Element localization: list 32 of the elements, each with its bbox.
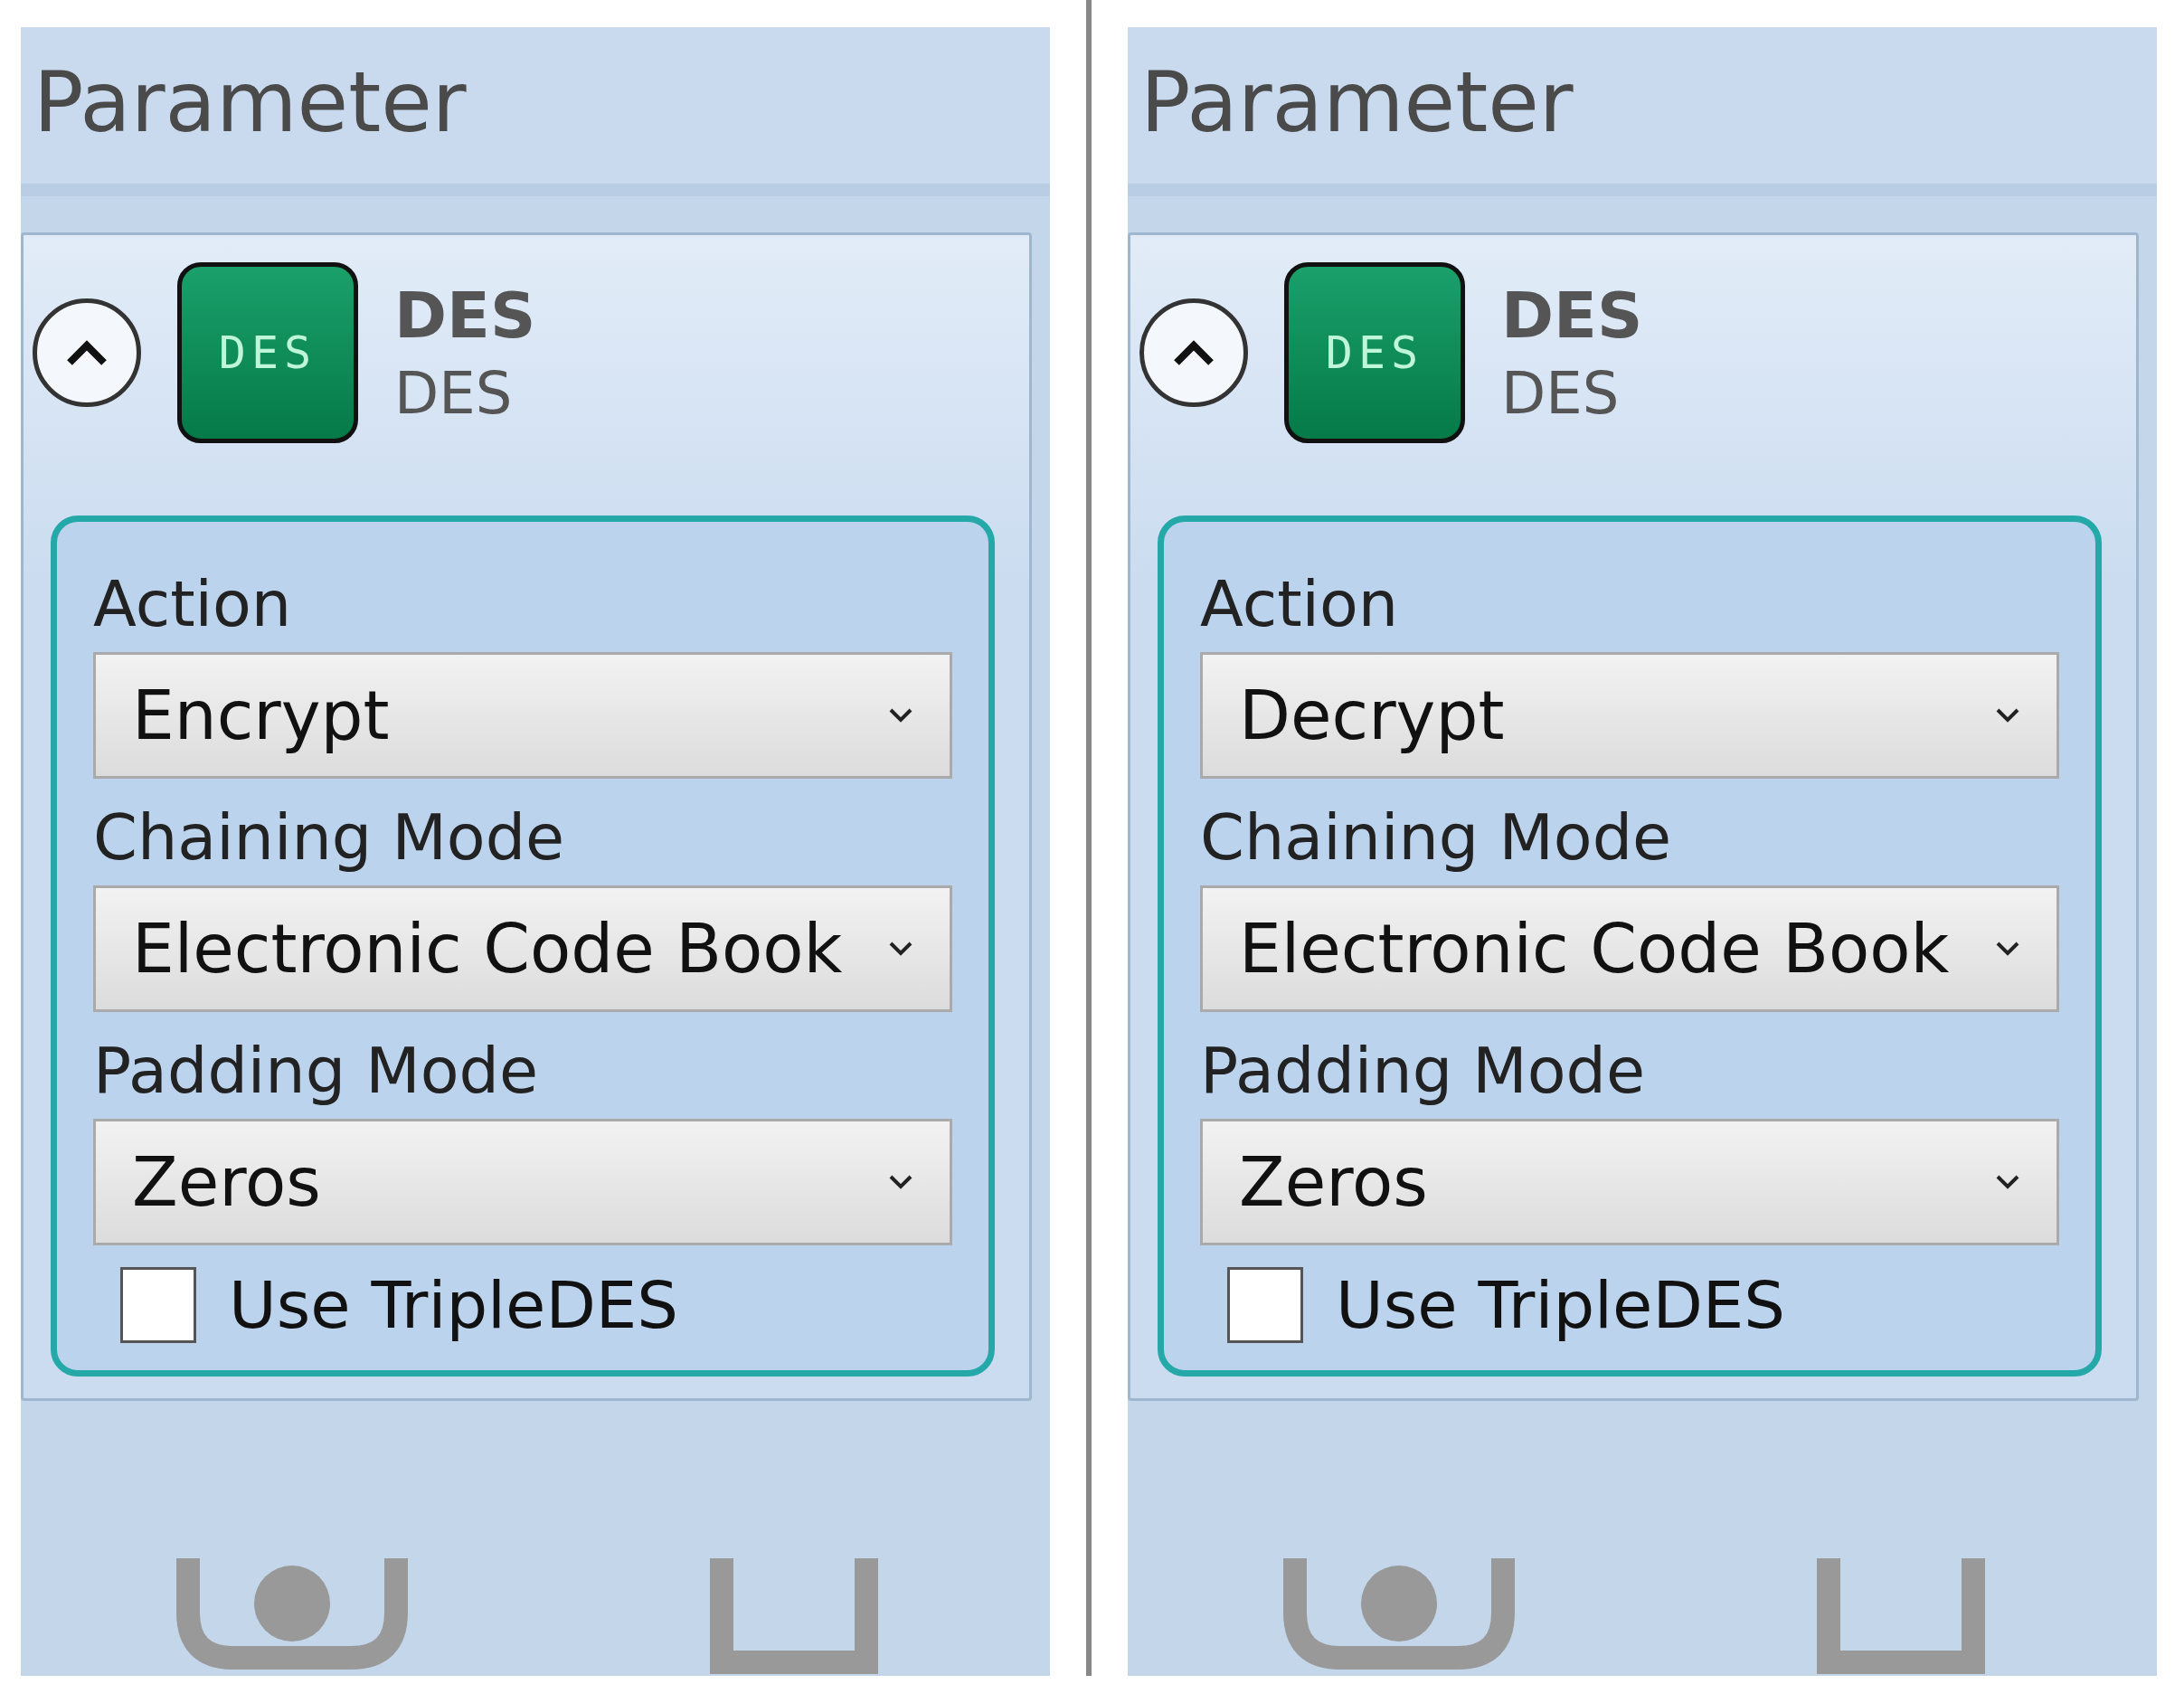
chevron-icon (888, 1174, 913, 1190)
plugin-subtitle: DES (1501, 360, 1621, 427)
panel-title: Parameter (1128, 27, 2157, 196)
dropdown[interactable]: Encrypt (93, 652, 952, 779)
des-icon: DES (177, 262, 358, 443)
field-label: Action (93, 567, 293, 641)
plugin-subtitle: DES (394, 360, 514, 427)
chevron-icon (888, 707, 913, 724)
plugin-name: DES (394, 279, 536, 353)
dropdown[interactable]: Zeros (93, 1119, 952, 1245)
dropdown[interactable]: Electronic Code Book (93, 885, 952, 1012)
container-icon (708, 1558, 880, 1676)
des-icon: DES (1284, 262, 1465, 443)
chevron-icon (1995, 707, 2020, 724)
checkbox-label: Use TripleDES (229, 1267, 679, 1343)
field-label: Padding Mode (1200, 1034, 1647, 1108)
field-label: Chaining Mode (1200, 800, 1673, 875)
panel-title: Parameter (21, 27, 1050, 196)
field-label: Padding Mode (93, 1034, 540, 1108)
plugin-name: DES (1501, 279, 1643, 353)
field-label: Action (1200, 567, 1400, 641)
checkbox[interactable] (1227, 1267, 1303, 1343)
container-icon (1815, 1558, 1987, 1676)
dropdown[interactable]: Zeros (1200, 1119, 2059, 1245)
dropdown[interactable]: Electronic Code Book (1200, 885, 2059, 1012)
chevron-icon (1995, 1174, 2020, 1190)
field-label: Chaining Mode (93, 800, 566, 875)
checkbox-label: Use TripleDES (1336, 1267, 1786, 1343)
checkbox[interactable] (120, 1267, 196, 1343)
dropdown[interactable]: Decrypt (1200, 652, 2059, 779)
chevron-icon (888, 941, 913, 957)
chevron-icon (1995, 941, 2020, 957)
